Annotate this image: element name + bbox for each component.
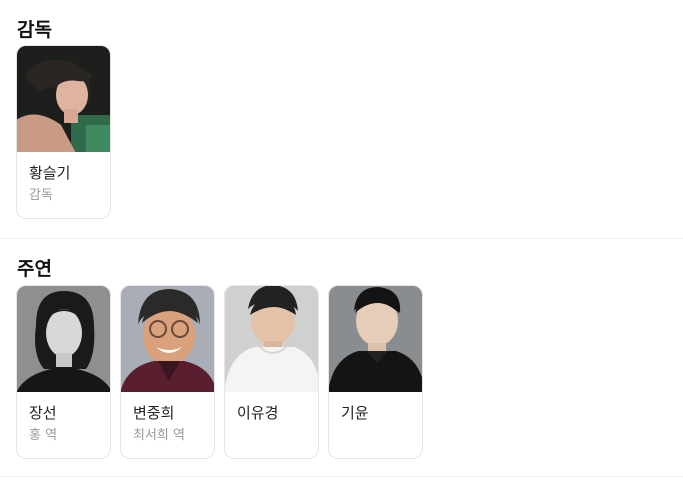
person-name: 이유경 bbox=[237, 404, 279, 422]
person-photo bbox=[17, 286, 110, 392]
director-list: 황슬기 감독 bbox=[16, 45, 111, 219]
person-photo bbox=[121, 286, 214, 392]
section-bottom-divider bbox=[0, 476, 683, 477]
person-photo bbox=[329, 286, 422, 392]
person-name: 기윤 bbox=[341, 404, 369, 422]
person-role: 감독 bbox=[29, 188, 53, 203]
person-role: 홍 역 bbox=[29, 428, 58, 443]
director-section-title: 감독 bbox=[17, 19, 52, 41]
person-photo bbox=[225, 286, 318, 392]
person-card-cast[interactable]: 기윤 bbox=[328, 285, 423, 459]
cast-section-title: 주연 bbox=[17, 258, 52, 280]
person-card-director[interactable]: 황슬기 감독 bbox=[16, 45, 111, 219]
person-role: 최서희 역 bbox=[133, 428, 185, 443]
person-card-cast[interactable]: 변중희 최서희 역 bbox=[120, 285, 215, 459]
person-name: 황슬기 bbox=[29, 164, 71, 182]
person-photo bbox=[17, 46, 110, 152]
cast-list: 장선 홍 역 변중희 최서희 역 이유경 기윤 bbox=[16, 285, 423, 459]
person-card-cast[interactable]: 이유경 bbox=[224, 285, 319, 459]
person-name: 장선 bbox=[29, 404, 57, 422]
section-divider bbox=[0, 238, 683, 239]
credits-page: 감독 황슬기 감독 주연 장선 홍 역 변중희 최서희 역 이유경 기윤 bbox=[0, 0, 683, 480]
person-name: 변중희 bbox=[133, 404, 175, 422]
person-card-cast[interactable]: 장선 홍 역 bbox=[16, 285, 111, 459]
